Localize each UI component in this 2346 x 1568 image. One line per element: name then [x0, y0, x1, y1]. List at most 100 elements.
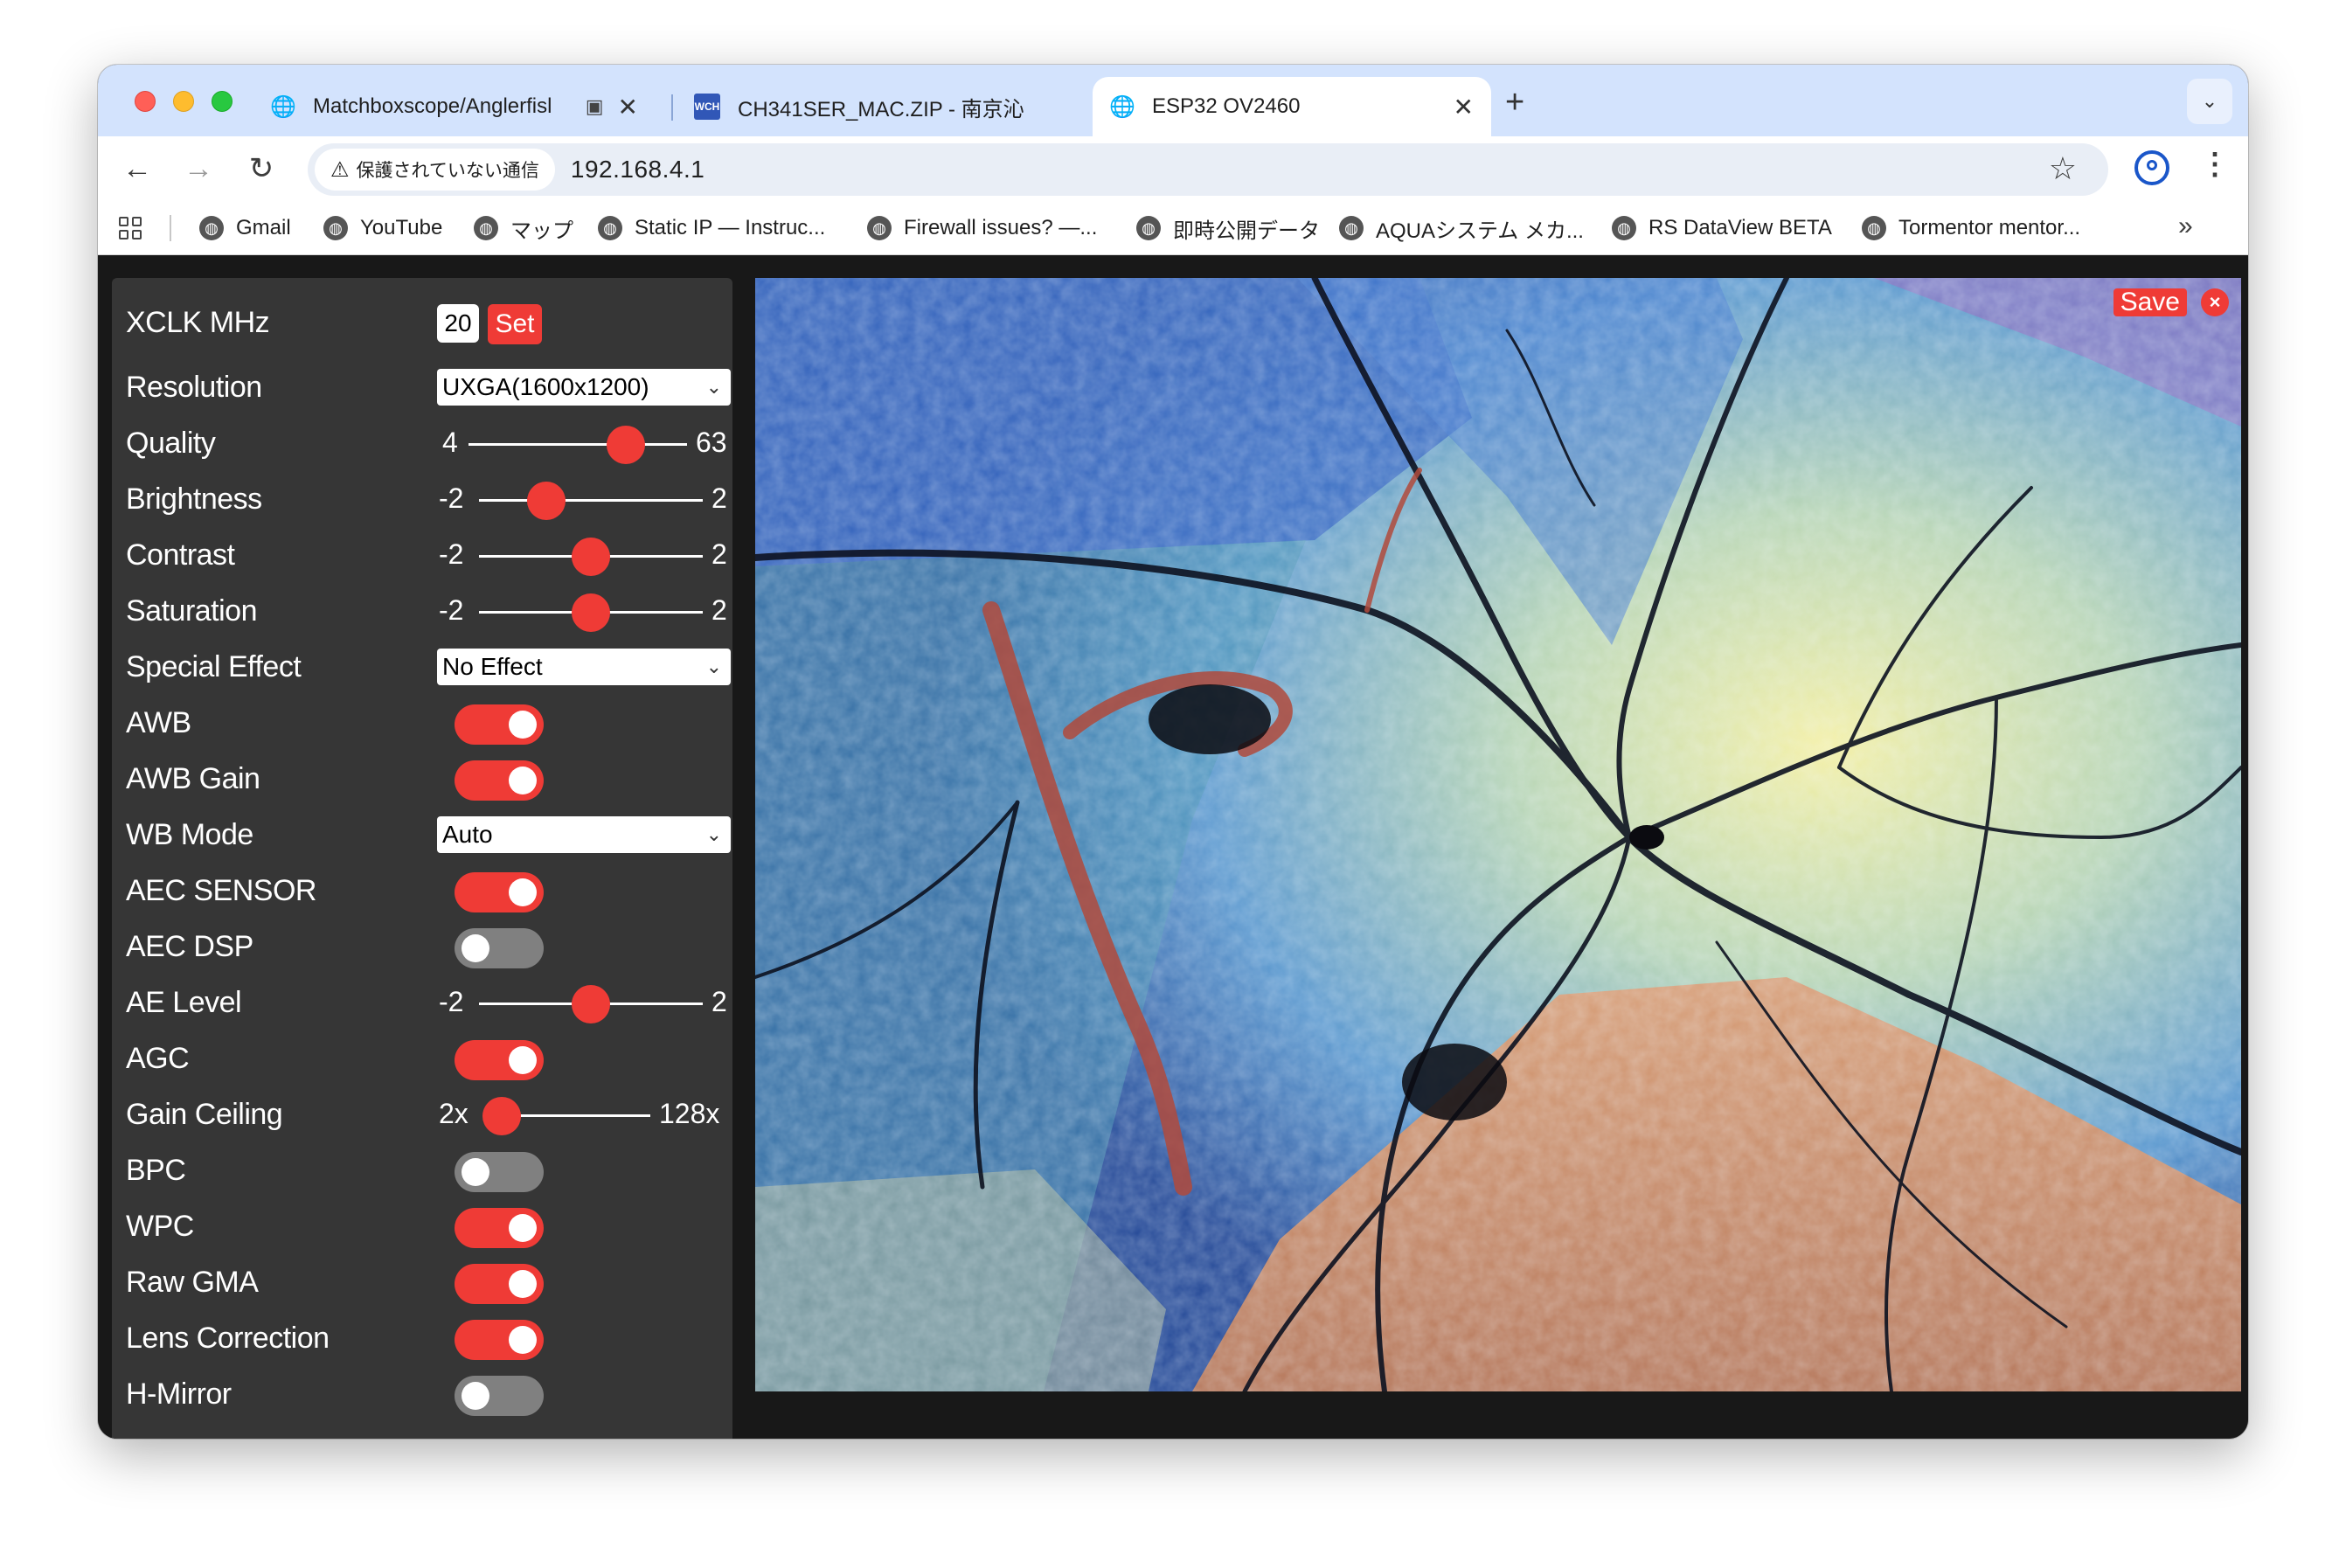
toggle-knob: [462, 1382, 489, 1410]
browser-window: 🌐 Matchboxscope/Anglerfisl ▣ ✕ WCH CH341…: [98, 65, 2248, 1439]
reader-mode-icon[interactable]: ▣: [586, 95, 604, 118]
close-stream-icon[interactable]: ×: [2201, 288, 2229, 316]
globe-icon: ◍: [1136, 216, 1161, 240]
toggle-knob: [462, 1158, 489, 1186]
brightness-max: 2: [711, 482, 727, 514]
chevron-down-icon: ⌄: [705, 823, 722, 845]
close-icon[interactable]: ✕: [604, 93, 638, 121]
aec-sensor-toggle[interactable]: [455, 872, 544, 912]
brightness-label: Brightness: [126, 482, 262, 516]
contrast-thumb[interactable]: [572, 538, 610, 576]
row-ae-level: AE Level -2 2: [126, 979, 729, 1028]
row-xclk: XCLK MHz 20 Set: [126, 299, 729, 348]
bpc-toggle[interactable]: [455, 1152, 544, 1192]
bookmark-firewall[interactable]: ◍ Firewall issues? —...: [867, 213, 1097, 243]
special-effect-select[interactable]: No Effect ⌄: [437, 649, 731, 685]
awb-toggle[interactable]: [455, 704, 544, 745]
globe-icon: ◍: [474, 216, 498, 240]
gain-ceiling-thumb[interactable]: [482, 1097, 521, 1135]
bookmark-tormentor[interactable]: ◍ Tormentor mentor...: [1862, 213, 2080, 243]
wb-mode-value: Auto: [442, 821, 493, 848]
brightness-track[interactable]: [479, 499, 703, 502]
contrast-min: -2: [439, 538, 464, 570]
wpc-toggle[interactable]: [455, 1208, 544, 1248]
bookmark-gmail[interactable]: ◍ Gmail: [199, 213, 291, 243]
bpc-label: BPC: [126, 1154, 186, 1187]
reload-button[interactable]: ↻: [241, 149, 281, 189]
bookmark-opendata[interactable]: ◍ 即時公開データ: [1136, 213, 1320, 243]
gain-ceiling-min: 2x: [439, 1098, 469, 1129]
row-gain-ceiling: Gain Ceiling 2x 128x: [126, 1091, 729, 1140]
warning-icon: ⚠: [330, 157, 350, 182]
tab-search-button[interactable]: ⌄: [2187, 79, 2232, 124]
close-icon[interactable]: ✕: [1440, 93, 1474, 121]
lens-correction-toggle[interactable]: [455, 1320, 544, 1360]
bookmark-star-icon[interactable]: ☆: [2049, 150, 2077, 187]
quality-label: Quality: [126, 427, 216, 460]
toggle-knob: [509, 711, 537, 739]
quality-track[interactable]: [469, 443, 687, 446]
row-aec-dsp: AEC DSP: [126, 923, 729, 972]
back-button[interactable]: ←: [117, 149, 157, 189]
agc-toggle[interactable]: [455, 1040, 544, 1080]
close-window-button[interactable]: [135, 91, 156, 112]
gain-ceiling-label: Gain Ceiling: [126, 1098, 283, 1131]
awb-label: AWB: [126, 706, 191, 739]
minimize-window-button[interactable]: [173, 91, 194, 112]
toolbar: ← → ↻ ⚠ 保護されていない通信 192.168.4.1 ☆ ⋮: [98, 136, 2248, 201]
address-bar[interactable]: ⚠ 保護されていない通信 192.168.4.1 ☆: [308, 143, 2108, 196]
security-label: 保護されていない通信: [356, 161, 539, 181]
resolution-select[interactable]: UXGA(1600x1200) ⌄: [437, 369, 731, 406]
row-h-mirror: H-Mirror: [126, 1370, 729, 1419]
more-bookmarks-icon[interactable]: »: [2178, 212, 2193, 241]
tab-matchboxscope[interactable]: 🌐 Matchboxscope/Anglerfisl ▣ ✕: [253, 77, 656, 136]
globe-icon: ◍: [1339, 216, 1364, 240]
saturation-thumb[interactable]: [572, 593, 610, 632]
bookmark-static-ip[interactable]: ◍ Static IP — Instruc...: [598, 213, 825, 243]
bookmark-rs-dataview[interactable]: ◍ RS DataView BETA: [1612, 213, 1832, 243]
camera-stream-image: Save ×: [755, 278, 2241, 1391]
tab-title: ESP32 OV2460: [1152, 94, 1301, 118]
zoom-window-button[interactable]: [212, 91, 233, 112]
apps-grid-icon[interactable]: [119, 217, 142, 239]
tab-esp32[interactable]: 🌐 ESP32 OV2460 ✕: [1093, 77, 1491, 136]
raw-gma-toggle[interactable]: [455, 1264, 544, 1304]
wpc-label: WPC: [126, 1210, 194, 1243]
camera-web-page: XCLK MHz 20 Set Resolution UXGA(1600x120…: [98, 255, 2248, 1439]
aec-dsp-label: AEC DSP: [126, 930, 253, 963]
security-chip[interactable]: ⚠ 保護されていない通信: [315, 149, 555, 191]
agc-label: AGC: [126, 1042, 190, 1075]
save-button[interactable]: Save: [2113, 288, 2187, 316]
brightness-thumb[interactable]: [526, 482, 566, 520]
tab-separator: [671, 94, 673, 121]
row-resolution: Resolution UXGA(1600x1200) ⌄: [126, 364, 731, 413]
row-awb-gain: AWB Gain: [126, 755, 729, 804]
ae-level-thumb[interactable]: [572, 985, 610, 1023]
chevron-down-icon: ⌄: [705, 376, 722, 398]
bookmark-label: RS DataView BETA: [1648, 216, 1832, 239]
menu-kebab-icon[interactable]: ⋮: [2200, 147, 2230, 182]
toggle-knob: [509, 767, 537, 794]
saturation-min: -2: [439, 594, 464, 626]
row-brightness: Brightness -2 2: [126, 475, 729, 524]
ae-level-label: AE Level: [126, 986, 242, 1019]
row-wpc: WPC: [126, 1203, 729, 1252]
row-bpc: BPC: [126, 1147, 729, 1196]
bookmark-label: Gmail: [236, 216, 291, 239]
new-tab-button[interactable]: +: [1505, 84, 1524, 121]
brightness-min: -2: [439, 482, 464, 514]
forward-button[interactable]: →: [178, 149, 219, 189]
quality-thumb[interactable]: [607, 426, 645, 464]
wb-mode-select[interactable]: Auto ⌄: [437, 816, 731, 853]
xclk-set-button[interactable]: Set: [488, 304, 542, 344]
gain-ceiling-track[interactable]: [502, 1114, 650, 1117]
xclk-input[interactable]: 20: [437, 304, 479, 343]
url-text[interactable]: 192.168.4.1: [571, 156, 704, 184]
bookmark-aqua[interactable]: ◍ AQUAシステム メカ...: [1339, 213, 1584, 243]
h-mirror-toggle[interactable]: [455, 1376, 544, 1416]
aec-dsp-toggle[interactable]: [455, 928, 544, 968]
bookmark-youtube[interactable]: ◍ YouTube: [323, 213, 442, 243]
awb-gain-toggle[interactable]: [455, 760, 544, 801]
profile-avatar[interactable]: [2134, 150, 2169, 185]
bookmark-maps[interactable]: ◍ マップ: [474, 213, 573, 243]
